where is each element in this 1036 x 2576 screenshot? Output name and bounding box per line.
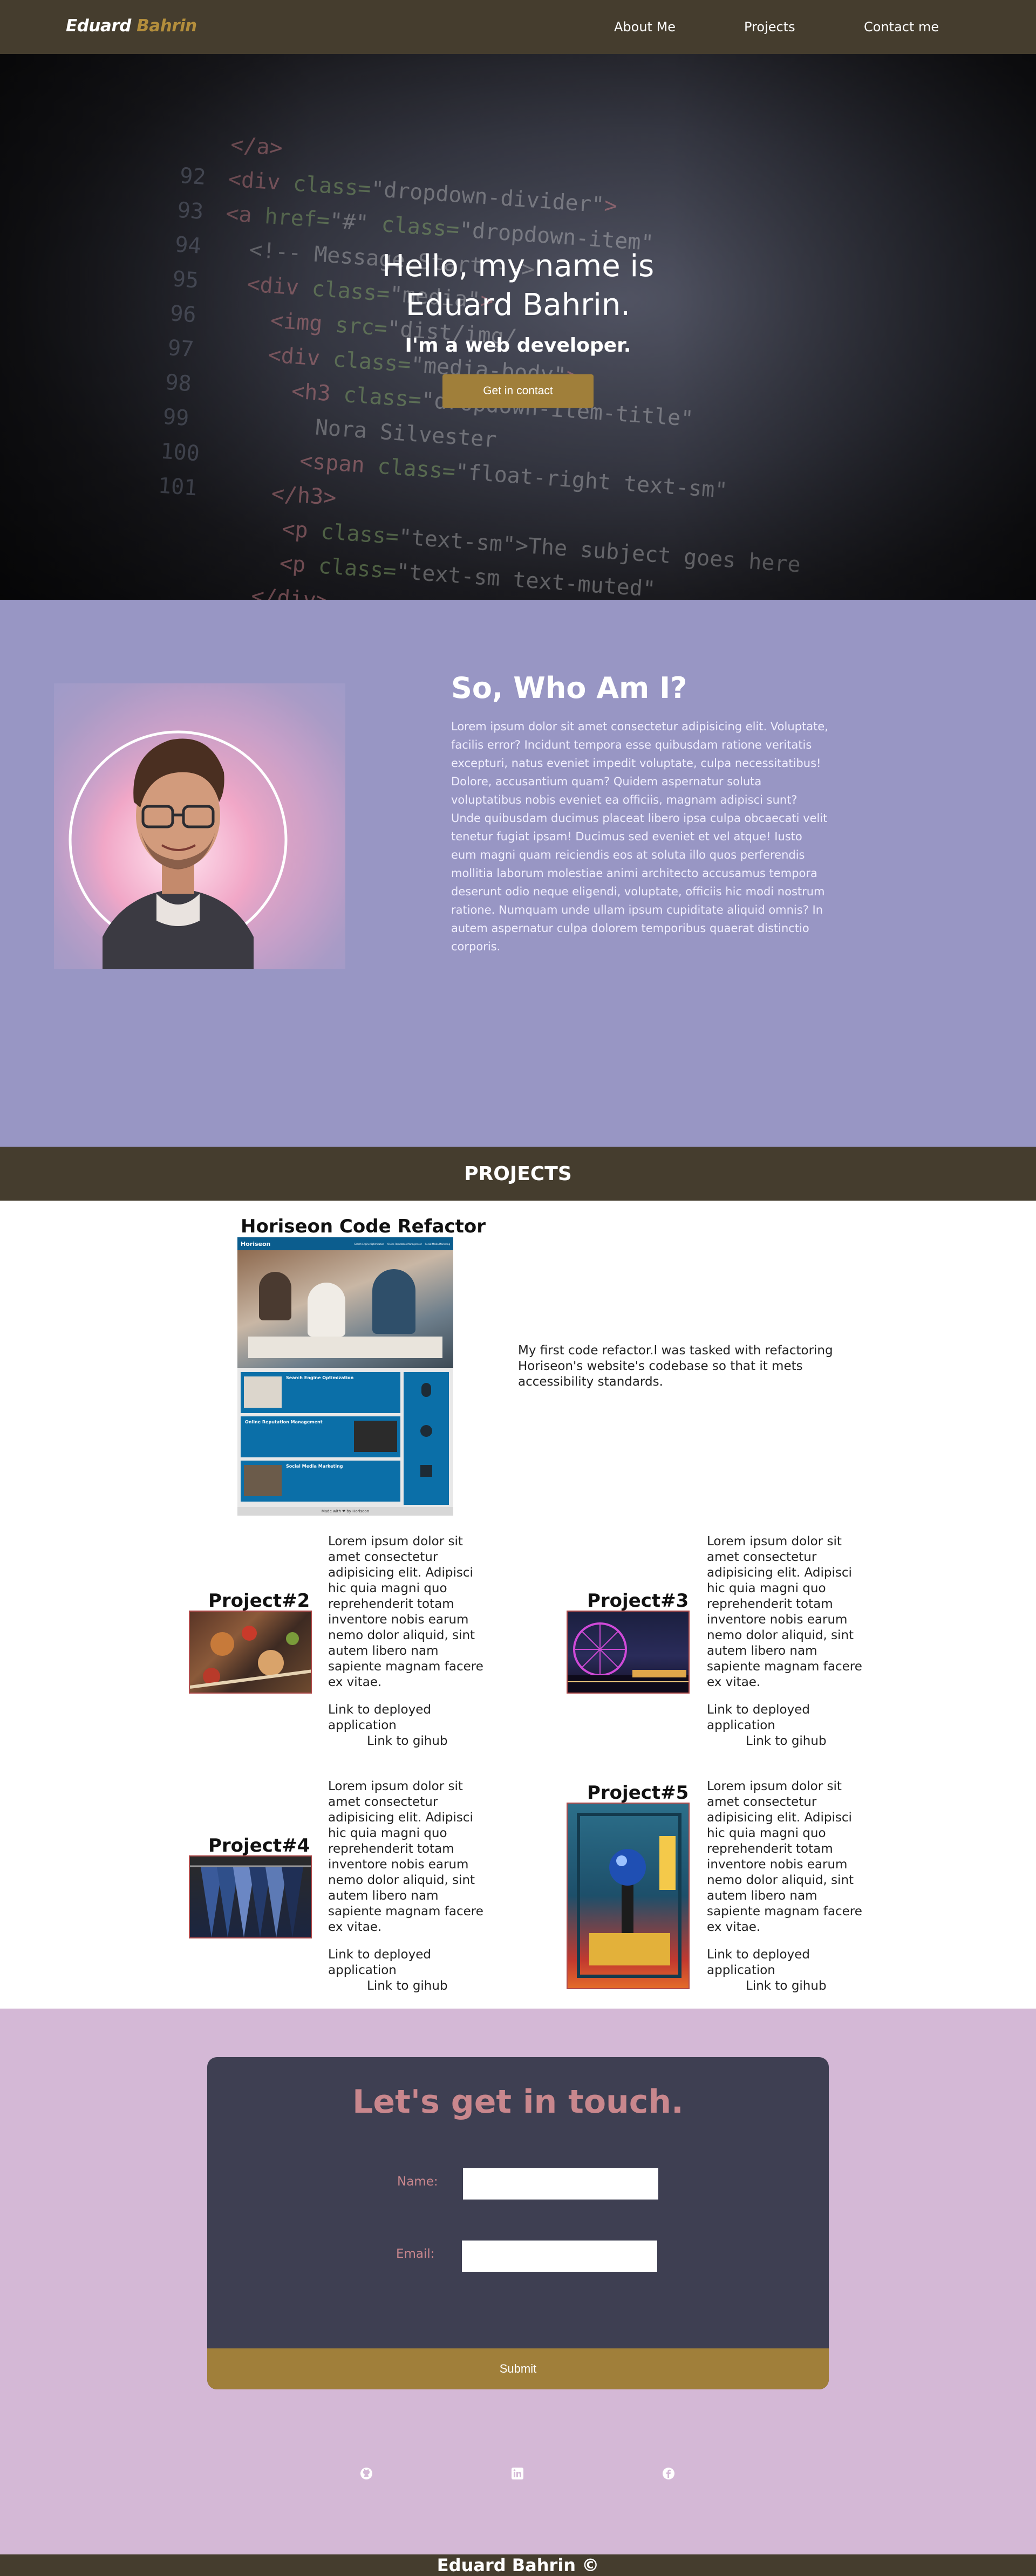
name-input[interactable] [463,2168,658,2200]
profile-portrait [54,683,345,969]
hero-subtitle: I'm a web developer. [405,334,631,357]
contact-section: Let's get in touch. Name: Email: Submit [0,2009,1036,2554]
deployed-app-link[interactable]: Link to deployed application [328,1702,485,1734]
about-section: So, Who Am I? Lorem ipsum dolor sit amet… [0,600,1036,1147]
linkedin-icon[interactable] [510,2466,525,2481]
project-image[interactable] [567,1803,690,1989]
nav-link-projects[interactable]: Projects [744,19,795,35]
screenshot-content-cards: Search Engine Optimization Online Reputa… [241,1372,400,1505]
email-input[interactable] [462,2241,657,2272]
about-title: So, Who Am I? [451,671,687,705]
github-icon[interactable] [359,2466,374,2481]
footer-copyright: Eduard Bahrin © [437,2555,599,2575]
screenshot-card-title: Social Media Marketing [286,1464,343,1469]
project-title: Project#4 [208,1835,310,1856]
page-footer: Eduard Bahrin © [0,2554,1036,2576]
screenshot-sidebar [404,1372,449,1505]
hero-title-line2: Eduard Bahrin. [405,287,631,323]
nav-links: About Me Projects Contact me [0,19,1036,36]
project-title: Project#3 [587,1590,689,1612]
featured-project-title: Horiseon Code Refactor [241,1216,486,1237]
screenshot-nav-item: Social Media Marketing [425,1242,450,1245]
projects-section: Horiseon Code Refactor Horiseon Search E… [0,1201,1036,2009]
featured-project-screenshot[interactable]: Horiseon Search Engine Optimization Onli… [237,1237,453,1516]
get-in-contact-button[interactable]: Get in contact [442,374,594,408]
screenshot-nav-item: Search Engine Optimization [354,1242,385,1245]
nav-link-about[interactable]: About Me [614,19,676,35]
hero-section: </a> 92<div class="dropdown-divider"> 93… [0,54,1036,600]
hero-title-line1: Hello, my name is [381,249,655,284]
name-label: Name: [397,2175,438,2189]
screenshot-card-title: Online Reputation Management [245,1420,323,1424]
submit-button[interactable]: Submit [207,2348,829,2389]
contact-form: Let's get in touch. Name: Email: Submit [207,2057,829,2389]
deployed-app-link[interactable]: Link to deployed application [707,1702,863,1734]
screenshot-hero-image [237,1250,453,1368]
featured-project-description: My first code refactor.I was tasked with… [518,1344,833,1389]
project-image[interactable] [189,1611,312,1694]
project-description: Lorem ipsum dolor sit amet consectetur a… [707,1779,862,1934]
deployed-app-link[interactable]: Link to deployed application [707,1947,863,1978]
project-image[interactable] [189,1855,312,1938]
screenshot-nav-item: Online Reputation Management [387,1242,422,1245]
projects-section-title: PROJECTS [464,1162,572,1185]
project-image[interactable] [567,1611,690,1694]
github-link[interactable]: Link to gihub [746,1734,827,1749]
project-description: Lorem ipsum dolor sit amet consectetur a… [707,1534,862,1689]
top-navbar: Eduard Bahrin About Me Projects Contact … [0,0,1036,54]
screenshot-header: Horiseon Search Engine Optimization Onli… [237,1237,453,1250]
nav-link-contact[interactable]: Contact me [864,19,939,35]
facebook-icon[interactable] [661,2466,676,2481]
deployed-app-link[interactable]: Link to deployed application [328,1947,485,1978]
github-link[interactable]: Link to gihub [746,1978,827,1994]
project-description: Lorem ipsum dolor sit amet consectetur a… [328,1779,483,1934]
hero-title: Hello, my name is Eduard Bahrin. [0,247,1036,325]
project-title: Project#5 [587,1782,689,1804]
project-title: Project#2 [208,1590,310,1612]
screenshot-card-title: Search Engine Optimization [286,1375,354,1380]
github-link[interactable]: Link to gihub [367,1978,448,1994]
about-body-text: Lorem ipsum dolor sit amet consectetur a… [451,720,828,953]
github-link[interactable]: Link to gihub [367,1734,448,1749]
email-label: Email: [396,2247,435,2261]
hero-overlay [0,54,1036,600]
project-description: Lorem ipsum dolor sit amet consectetur a… [328,1534,483,1689]
projects-header-bar: PROJECTS [0,1147,1036,1201]
screenshot-logo: Horiseon [241,1240,271,1248]
screenshot-footer: Made with ❤ by Horiseon [237,1507,453,1516]
contact-title: Let's get in touch. [352,2083,684,2121]
